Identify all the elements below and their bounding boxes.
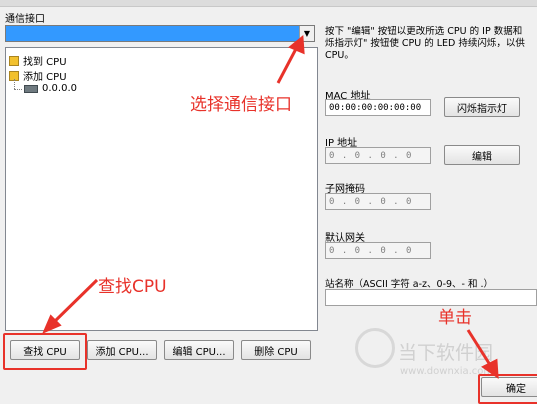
arrow-head (288, 35, 305, 55)
annotation-arrows (42, 35, 499, 380)
arrow-line (50, 278, 99, 326)
arrow-line (276, 44, 300, 84)
arrow-line (466, 329, 494, 369)
arrow-head (481, 358, 499, 380)
